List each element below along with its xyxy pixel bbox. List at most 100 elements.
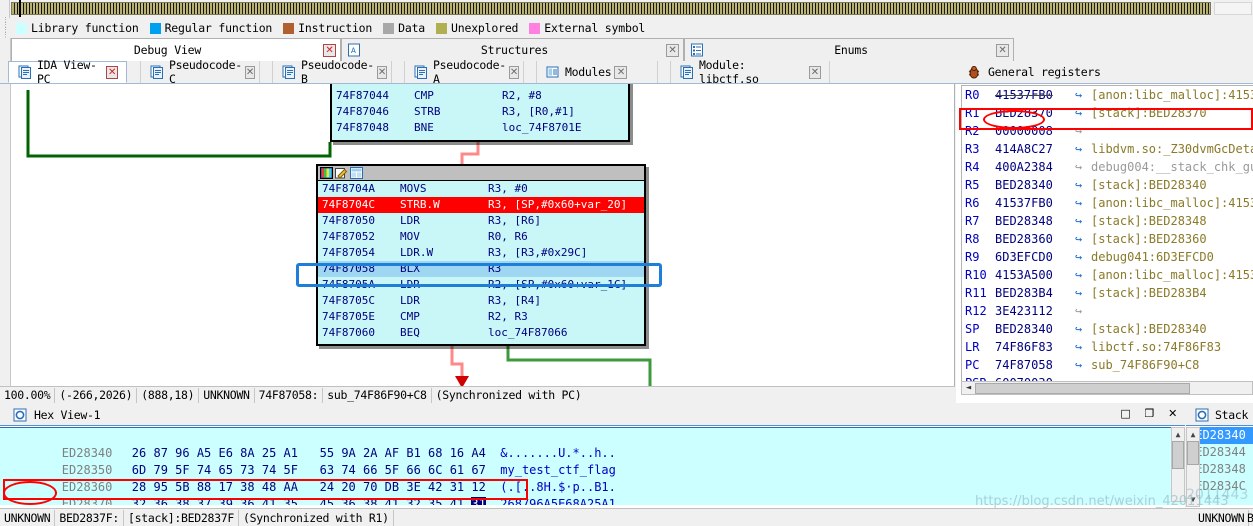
instruction-line[interactable]: 74F87044 CMP R2, #8 [332, 88, 628, 104]
scroll-down-icon[interactable]: ▼ [1187, 493, 1199, 506]
tab-pseudocode-b-close-icon[interactable]: ✕ [376, 65, 387, 79]
register-value[interactable]: BED28340 [995, 176, 1075, 194]
register-row-sp[interactable]: SP BED28340 ↪ [stack]:BED28340 [962, 320, 1253, 338]
register-value[interactable]: 3E423112 [995, 302, 1075, 320]
instruction-line[interactable]: 74F8704A MOVS R3, #0 [318, 181, 644, 197]
register-value[interactable]: BED28340 [995, 320, 1075, 338]
tab-debug-view-close-icon[interactable]: ✕ [323, 43, 336, 57]
restore-icon[interactable]: ❐ [1145, 407, 1155, 420]
tab-ida-view-pc-close-icon[interactable]: ✕ [106, 65, 118, 79]
navigator-band[interactable] [11, 2, 1211, 15]
hex-view-window-buttons[interactable]: □ ❐ ✕ [1120, 407, 1177, 420]
hex-view-body[interactable]: ED28340 26 87 96 A5 E6 8A 25 A1 55 9A 2A … [0, 427, 1185, 505]
stack-vertical-scrollbar[interactable]: ▲ ▼ [1186, 427, 1200, 507]
register-row-r4[interactable]: R4 400A2384↪ debug004:__stack_chk_guard [962, 158, 1253, 176]
register-value[interactable]: 6D3EFCD0 [995, 248, 1075, 266]
scroll-left-icon[interactable]: ◄ [962, 383, 975, 393]
register-value[interactable]: 00000008 [995, 122, 1075, 140]
register-row-r1[interactable]: R1 BED28370 ↪ [stack]:BED28370 [962, 104, 1253, 122]
graph-disassembly-view[interactable]: 74F87044 CMP R2, #8 74F87046 STRB R3, [R0,#1… [0, 84, 955, 386]
tab-module-libctf-so[interactable]: Module: libctf.so ✕ [670, 58, 830, 86]
hex-row-bytes-group-1[interactable]: 26 87 96 A5 E6 8A 25 A1 [132, 446, 298, 460]
register-row-r7[interactable]: R7 BED28348 ↪ [stack]:BED28348 [962, 212, 1253, 230]
register-value[interactable]: BED28360 [995, 230, 1075, 248]
hex-row-bytes-group-2[interactable]: 24 20 70 DB 3E 42 31 12 [320, 480, 486, 494]
instruction-line[interactable]: 74F87054 LDR.W R3, [R3,#0x29C] [318, 245, 644, 261]
instruction-line[interactable]: 74F87050 LDR R3, [R6] [318, 213, 644, 229]
graph-node-current[interactable]: 74F8704A MOVS R3, #0 74F8704C STRB.W R3, [SP… [316, 164, 646, 346]
hex-row-bytes-group-1[interactable]: 6D 79 5F 74 65 73 74 5F [132, 463, 298, 477]
register-row-r5[interactable]: R5 BED28340 ↪ [stack]:BED28340 [962, 176, 1253, 194]
scrollbar-thumb[interactable] [1172, 441, 1184, 469]
registers-horizontal-scrollbar[interactable]: ◄ [961, 381, 1253, 395]
register-row-r8[interactable]: R8 BED28360 ↪ [stack]:BED28360 [962, 230, 1253, 248]
register-row-r2[interactable]: R2 00000008 ↪ [962, 122, 1253, 140]
hex-row[interactable]: ED28340 26 87 96 A5 E6 8A 25 A1 55 9A 2A … [0, 428, 1185, 460]
register-row-r12[interactable]: R12 3E423112 ↪ [962, 302, 1253, 320]
register-value[interactable]: BED283B4 [995, 284, 1075, 302]
register-row-pc[interactable]: PC 74F87058 ↪ sub_74F86F90+C8 [962, 356, 1253, 374]
tab-pseudocode-a-close-icon[interactable]: ✕ [508, 65, 519, 79]
instruction-line[interactable]: 74F87048 BNE loc_74F8701E [332, 120, 628, 136]
register-value[interactable]: 74F86F83 [995, 338, 1075, 356]
register-row-r10[interactable]: R10 4153A500↪ [anon:libc_malloc]:4153A500 [962, 266, 1253, 284]
register-value[interactable]: 41537FB0 [995, 194, 1075, 212]
hex-row-bytes-group-2-prefix[interactable]: 45 36 38 41 32 35 41 [320, 497, 472, 505]
register-value[interactable]: 414A8C27 [995, 140, 1075, 158]
register-row-lr[interactable]: LR 74F86F83 ↪ libctf.so:74F86F83 [962, 338, 1253, 356]
hex-selected-byte[interactable]: 31 [471, 497, 486, 505]
graph-layout-icon[interactable] [350, 167, 363, 179]
tab-module-libctf-so-close-icon[interactable]: ✕ [808, 65, 821, 79]
tab-modules[interactable]: Modules ✕ [536, 61, 658, 83]
register-value[interactable]: 60070030 [995, 374, 1075, 381]
register-value[interactable]: BED28370 [995, 104, 1075, 122]
stack-title-bar[interactable]: Stack [1186, 404, 1253, 426]
close-icon[interactable]: ✕ [1168, 407, 1177, 420]
tab-ida-view-pc[interactable]: IDA View-PC ✕ [8, 58, 127, 86]
register-row-r6[interactable]: R6 41537FB0↪ [anon:libc_malloc]:41537FB [962, 194, 1253, 212]
scroll-up-icon[interactable]: ▲ [1172, 428, 1184, 441]
tab-pseudocode-c[interactable]: Pseudocode-C ✕ [140, 58, 260, 86]
registers-tab-bar[interactable]: General registers [956, 61, 1253, 84]
instruction-line-breakpoint[interactable]: 74F8704C STRB.W R3, [SP,#0x60+var_20] [318, 197, 644, 213]
register-value[interactable]: BED28348 [995, 212, 1075, 230]
registers-list[interactable]: R041537FB0↪[anon:libc_malloc]:41537FB0 R… [961, 85, 1253, 381]
tab-pseudocode-a[interactable]: Pseudocode-A ✕ [404, 58, 524, 86]
maximize-icon[interactable]: □ [1120, 407, 1130, 420]
hex-view-vertical-scrollbar[interactable]: ▲ [1171, 427, 1185, 502]
tab-pseudocode-c-close-icon[interactable]: ✕ [244, 65, 255, 79]
scrollbar-thumb[interactable] [975, 382, 1190, 394]
register-value[interactable]: 74F87058 [995, 356, 1075, 374]
hex-view-title-bar[interactable]: Hex View-1 □ ❐ ✕ [0, 404, 1185, 426]
instruction-line[interactable]: 74F8705A LDR R2, [SP,#0x60+var_1C] [318, 277, 644, 293]
register-value[interactable]: 41537FB0 [995, 86, 1075, 104]
instruction-line[interactable]: 74F8705E CMP R2, R3 [318, 309, 644, 325]
edit-node-icon[interactable] [335, 167, 348, 179]
tab-modules-close-icon[interactable]: ✕ [614, 65, 628, 79]
hex-row-bytes-group-2[interactable]: 63 74 66 5F 66 6C 61 67 [320, 463, 486, 477]
tab-enums-close-icon[interactable]: ✕ [996, 43, 1009, 57]
tab-pseudocode-b[interactable]: Pseudocode-B ✕ [272, 58, 392, 86]
scrollbar-thumb[interactable] [1187, 441, 1199, 465]
graph-node-toolbar[interactable] [318, 166, 644, 181]
instruction-line[interactable]: 74F87052 MOV R0, R6 [318, 229, 644, 245]
instruction-line[interactable]: 74F8705C LDR R3, [R4] [318, 293, 644, 309]
graph-node-top[interactable]: 74F87044 CMP R2, #8 74F87046 STRB R3, [R0,#1… [330, 84, 630, 142]
register-row-r9[interactable]: R9 6D3EFCD0 ↪ debug041:6D3EFCD0 [962, 248, 1253, 266]
register-value[interactable]: 400A2384 [995, 158, 1075, 176]
register-row-r0[interactable]: R0 41537FB0↪ [anon:libc_malloc]:41537FB0 [962, 86, 1253, 104]
register-row-r3[interactable]: R3 414A8C27↪ libdvm.so:_Z30dvmGcDetachDe [962, 140, 1253, 158]
tab-structures[interactable]: A Structures ✕ [341, 38, 684, 61]
tab-structures-close-icon[interactable]: ✕ [666, 43, 679, 57]
register-value[interactable]: 4153A500 [995, 266, 1075, 284]
instruction-line[interactable]: 74F87060 BEQ loc_74F87066 [318, 325, 644, 341]
instruction-line-current[interactable]: 74F87058 BLX R3 [318, 261, 644, 277]
register-row-r11[interactable]: R11 BED283B4 ↪ [stack]:BED283B4 [962, 284, 1253, 302]
scroll-up-icon[interactable]: ▲ [1187, 428, 1199, 441]
hex-row-bytes-group-1[interactable]: 32 36 38 37 39 36 41 35 [132, 497, 298, 505]
register-row-psr[interactable]: PSR60070030 [962, 374, 1253, 381]
color-palette-icon[interactable] [320, 167, 333, 179]
hex-row-bytes-group-2[interactable]: 55 9A 2A AF B1 68 16 A4 [320, 446, 486, 460]
hex-row-bytes-group-1[interactable]: 28 95 5B 88 17 38 48 AA [132, 480, 298, 494]
instruction-line[interactable]: 74F87046 STRB R3, [R0,#1] [332, 104, 628, 120]
